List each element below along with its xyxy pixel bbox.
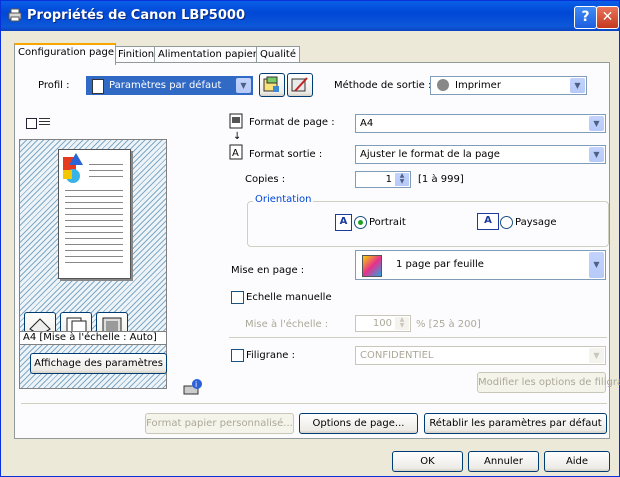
show-settings-button[interactable]: Affichage des paramètres xyxy=(30,353,167,374)
cancel-button[interactable]: Annuler xyxy=(468,451,539,472)
chevron-down-icon: ▼ xyxy=(570,78,585,93)
profile-select[interactable]: Paramètres par défaut ▼ xyxy=(86,76,253,95)
ok-button[interactable]: OK xyxy=(392,451,463,472)
spin-arrows-icon[interactable]: ▲ ▼ xyxy=(395,173,409,186)
edit-profile-icon xyxy=(291,77,308,92)
copies-stepper[interactable]: 1 ▲ ▼ xyxy=(355,171,411,188)
output-size-icon: A xyxy=(229,144,243,160)
manual-scale-checkbox[interactable] xyxy=(231,291,244,304)
help-button[interactable]: Aide xyxy=(544,451,610,472)
watermark-checkbox[interactable] xyxy=(231,349,244,362)
copies-value: 1 xyxy=(385,174,392,185)
print-icon xyxy=(437,79,449,91)
copies-range: [1 à 999] xyxy=(418,174,464,185)
chevron-down-icon: ▼ xyxy=(589,252,604,278)
printer-properties-window: Propriétés de Canon LBP5000 ? ✕ Configur… xyxy=(0,0,620,477)
scale-value: 100 xyxy=(372,318,392,329)
spin-arrows-icon[interactable]: ▲ ▼ xyxy=(395,317,409,330)
portrait-icon: A xyxy=(335,214,352,231)
tab-finishing[interactable]: Finition xyxy=(114,46,156,63)
landscape-label[interactable]: Paysage xyxy=(515,217,556,228)
svg-text:i: i xyxy=(195,380,197,389)
scale-range: % [25 à 200] xyxy=(416,319,481,330)
layout-label: Mise en page : xyxy=(231,265,305,276)
page-options-button[interactable]: Options de page... xyxy=(299,413,418,434)
chevron-down-icon: ▼ xyxy=(589,116,604,131)
portrait-radio[interactable] xyxy=(354,216,367,229)
edit-profile-button[interactable] xyxy=(287,73,313,97)
layout-page-icon xyxy=(362,255,382,277)
orientation-group-label: Orientation xyxy=(253,194,314,205)
title-bar: Propriétés de Canon LBP5000 ? ✕ xyxy=(1,1,619,31)
preview-caption: A4 [Mise à l'échelle : Auto] xyxy=(19,331,167,345)
page-size-select[interactable]: A4 ▼ xyxy=(355,114,606,133)
page-size-label: Format de page : xyxy=(249,117,335,128)
profile-value: Paramètres par défaut xyxy=(109,80,222,91)
preview-shape-blue xyxy=(69,153,83,165)
preview-shape-yellow xyxy=(63,170,72,179)
printer-info-icon[interactable]: i xyxy=(183,378,203,396)
profile-label: Profil : xyxy=(38,80,70,91)
page-preview xyxy=(19,139,167,389)
output-size-select[interactable]: Ajuster le format de la page ▼ xyxy=(355,145,606,164)
watermark-select[interactable]: CONFIDENTIEL ▼ xyxy=(355,346,606,365)
landscape-radio[interactable] xyxy=(500,216,513,229)
settings-view-icon[interactable] xyxy=(39,118,50,127)
watermark-value: CONFIDENTIEL xyxy=(360,350,434,361)
page-size-icon xyxy=(229,113,243,129)
manual-scale-label[interactable]: Echelle manuelle xyxy=(246,292,332,303)
add-profile-button[interactable] xyxy=(259,73,285,97)
svg-text:A: A xyxy=(232,148,239,159)
chevron-down-icon: ▼ xyxy=(589,348,604,363)
tab-panel: Profil : Paramètres par défaut ▼ Méthode… xyxy=(14,62,620,439)
landscape-icon: A xyxy=(477,213,499,230)
help-title-button[interactable]: ? xyxy=(574,6,597,29)
tab-quality[interactable]: Qualité xyxy=(256,46,300,63)
output-method-label: Méthode de sortie : xyxy=(334,80,432,91)
watermark-label[interactable]: Filigrane : xyxy=(246,350,295,361)
layout-select[interactable]: 1 page par feuille ▼ xyxy=(355,250,606,280)
arrow-down-icon: ↓ xyxy=(233,131,242,142)
preview-paper xyxy=(58,149,131,279)
printer-icon xyxy=(8,8,22,22)
tab-paper-source[interactable]: Alimentation papier xyxy=(154,46,258,63)
divider xyxy=(229,337,607,338)
scale-label: Mise à l'échelle : xyxy=(245,319,329,330)
copies-label: Copies : xyxy=(245,174,286,185)
chevron-down-icon: ▼ xyxy=(589,147,604,162)
output-size-label: Format sortie : xyxy=(249,149,323,160)
output-size-value: Ajuster le format de la page xyxy=(360,149,500,160)
portrait-label[interactable]: Portrait xyxy=(369,217,406,228)
page-view-icon[interactable] xyxy=(26,118,37,129)
chevron-down-icon: ▼ xyxy=(236,78,251,93)
custom-paper-size-button[interactable]: Format papier personnalisé... xyxy=(145,413,294,434)
page-size-value: A4 xyxy=(360,118,374,129)
restore-defaults-button[interactable]: Rétablir les paramètres par défaut xyxy=(424,413,607,434)
divider xyxy=(21,403,607,404)
close-window-button[interactable]: ✕ xyxy=(596,6,619,29)
edit-watermark-button[interactable]: Modifier les options de filigrane... xyxy=(477,372,620,393)
tab-page-setup[interactable]: Configuration page xyxy=(14,43,116,65)
add-profile-icon xyxy=(263,76,279,92)
profile-icon xyxy=(92,79,104,94)
output-method-select[interactable]: Imprimer ▼ xyxy=(430,76,587,95)
output-method-value: Imprimer xyxy=(455,80,501,91)
window-title: Propriétés de Canon LBP5000 xyxy=(27,8,245,23)
scale-stepper[interactable]: 100 ▲ ▼ xyxy=(355,315,411,332)
layout-value: 1 page par feuille xyxy=(396,259,484,270)
